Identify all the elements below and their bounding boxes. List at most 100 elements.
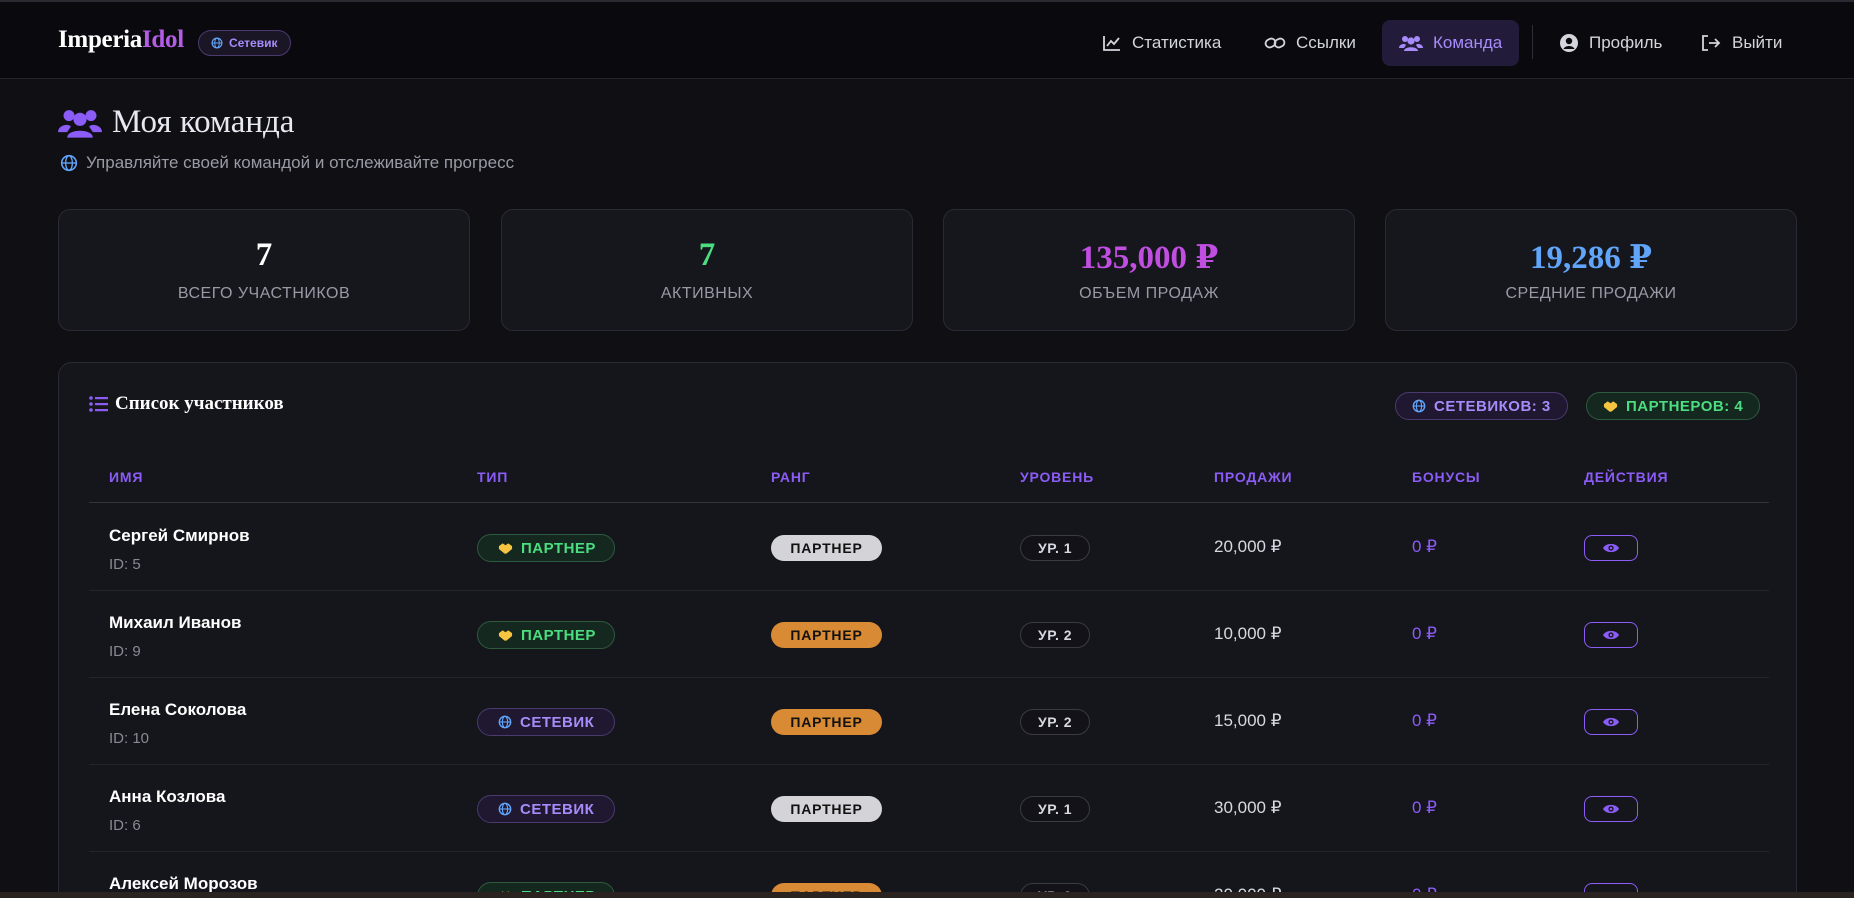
- member-rank-badge: ПАРТНЕР: [771, 622, 882, 648]
- members-panel: Список участников СЕТЕВИКОВ: 3 ПАРТНЕРОВ…: [58, 362, 1797, 898]
- sign-out-icon: [1702, 35, 1721, 51]
- globe-icon: [60, 154, 78, 172]
- member-bonus: 0 ₽: [1412, 537, 1437, 556]
- nav-logout-label: Выйти: [1732, 33, 1783, 52]
- table-row: Елена Соколова ID: 10 СЕТЕВИК ПАРТНЕР УР…: [89, 678, 1769, 765]
- stat-total-value: 7: [255, 237, 273, 273]
- member-name: Сергей Смирнов: [109, 526, 250, 545]
- stat-sales-volume: 135,000 ₽ ОБЪЕМ ПРОДАЖ: [943, 209, 1355, 331]
- member-bonus: 0 ₽: [1412, 624, 1437, 643]
- globe-icon: [211, 37, 223, 49]
- eye-icon: [1603, 543, 1619, 553]
- nav-statistics[interactable]: Статистика: [1085, 20, 1238, 66]
- member-sales: 10,000 ₽: [1214, 624, 1282, 643]
- nav-team-label: Команда: [1433, 33, 1503, 52]
- stat-sales-value: 135,000 ₽: [1079, 240, 1219, 276]
- page-title: Моя команда: [58, 104, 294, 141]
- nav-profile[interactable]: Профиль: [1542, 20, 1679, 66]
- nav-links[interactable]: Ссылки: [1247, 20, 1373, 66]
- member-type-label: ПАРТНЕР: [521, 626, 596, 644]
- role-badge: Сетевик: [198, 30, 291, 56]
- member-rank-badge: ПАРТНЕР: [771, 709, 882, 735]
- view-member-button[interactable]: [1584, 796, 1638, 822]
- users-icon: [58, 109, 102, 138]
- col-name[interactable]: ИМЯ: [109, 457, 143, 497]
- member-type-badge: ПАРТНЕР: [477, 621, 615, 649]
- member-name: Михаил Иванов: [109, 613, 242, 632]
- globe-icon: [498, 802, 512, 816]
- brand-text-accent: Idol: [142, 26, 184, 53]
- col-sales[interactable]: ПРОДАЖИ: [1214, 457, 1292, 497]
- table-row: Сергей Смирнов ID: 5 ПАРТНЕР ПАРТНЕР УР.…: [89, 504, 1769, 591]
- member-id: ID: 5: [109, 556, 141, 573]
- handshake-icon: [498, 630, 513, 641]
- member-id: ID: 9: [109, 643, 141, 660]
- partner-count-badge: ПАРТНЕРОВ: 4: [1586, 392, 1761, 420]
- stat-average-label: СРЕДНИЕ ПРОДАЖИ: [1505, 285, 1677, 302]
- stat-total-members: 7 ВСЕГО УЧАСТНИКОВ: [58, 209, 470, 331]
- member-rank-badge: ПАРТНЕР: [771, 796, 882, 822]
- nav-logout[interactable]: Выйти: [1683, 20, 1799, 66]
- col-type[interactable]: ТИП: [477, 457, 508, 497]
- view-member-button[interactable]: [1584, 622, 1638, 648]
- member-sales: 30,000 ₽: [1214, 798, 1282, 817]
- stat-active-members: 7 АКТИВНЫХ: [501, 209, 913, 331]
- member-rank-badge: ПАРТНЕР: [771, 535, 882, 561]
- nav-links-label: Ссылки: [1296, 33, 1356, 52]
- member-level-badge: УР. 2: [1020, 622, 1091, 648]
- member-id: ID: 10: [109, 730, 150, 747]
- user-circle-icon: [1560, 34, 1578, 52]
- page-subtitle: Управляйте своей командой и отслеживайте…: [60, 153, 514, 173]
- window-bottom-edge: [0, 892, 1854, 898]
- member-bonus: 0 ₽: [1412, 711, 1437, 730]
- view-member-button[interactable]: [1584, 709, 1638, 735]
- stat-sales-label: ОБЪЕМ ПРОДАЖ: [1079, 285, 1219, 302]
- member-sales: 20,000 ₽: [1214, 537, 1282, 556]
- stat-average-sales: 19,286 ₽ СРЕДНИЕ ПРОДАЖИ: [1385, 209, 1797, 331]
- table-row: Анна Козлова ID: 6 СЕТЕВИК ПАРТНЕР УР. 1…: [89, 765, 1769, 852]
- page-subtitle-text: Управляйте своей командой и отслеживайте…: [86, 153, 515, 172]
- top-navbar: ImperiaIdol Сетевик Статистика Ссылки Ко…: [0, 0, 1854, 79]
- network-count-label: СЕТЕВИКОВ: 3: [1434, 397, 1551, 415]
- eye-icon: [1603, 717, 1619, 727]
- member-type-label: СЕТЕВИК: [520, 713, 595, 731]
- nav-divider: [1532, 25, 1533, 59]
- list-icon: [89, 396, 108, 412]
- brand-logo[interactable]: ImperiaIdol: [58, 26, 184, 54]
- globe-icon: [498, 715, 512, 729]
- globe-icon: [1412, 399, 1426, 413]
- stat-total-label: ВСЕГО УЧАСТНИКОВ: [177, 285, 351, 302]
- col-bonus[interactable]: БОНУСЫ: [1412, 457, 1480, 497]
- member-type-badge: СЕТЕВИК: [477, 795, 615, 823]
- nav-team[interactable]: Команда: [1382, 20, 1520, 66]
- member-type-badge: СЕТЕВИК: [477, 708, 615, 736]
- stat-average-value: 19,286 ₽: [1530, 240, 1652, 276]
- members-panel-title-text: Список участников: [115, 393, 284, 414]
- role-badge-label: Сетевик: [229, 36, 278, 50]
- member-sales: 15,000 ₽: [1214, 711, 1282, 730]
- handshake-icon: [1603, 401, 1618, 412]
- col-actions: ДЕЙСТВИЯ: [1584, 469, 1669, 485]
- member-name: Анна Козлова: [109, 787, 226, 806]
- member-type-label: СЕТЕВИК: [520, 800, 595, 818]
- handshake-icon: [498, 543, 513, 554]
- network-count-badge: СЕТЕВИКОВ: 3: [1395, 392, 1568, 420]
- chart-line-icon: [1103, 36, 1120, 51]
- nav-profile-label: Профиль: [1589, 33, 1663, 52]
- member-level-badge: УР. 2: [1020, 709, 1091, 735]
- view-member-button[interactable]: [1584, 535, 1638, 561]
- col-level[interactable]: УРОВЕНЬ: [1020, 457, 1094, 497]
- table-header: ИМЯ ТИП РАНГ УРОВЕНЬ ПРОДАЖИ БОНУСЫ ДЕЙС…: [89, 457, 1769, 503]
- stat-active-label: АКТИВНЫХ: [660, 285, 754, 302]
- member-level-badge: УР. 1: [1020, 796, 1091, 822]
- brand-text-primary: Imperia: [58, 26, 142, 53]
- users-icon: [1399, 36, 1423, 51]
- member-name: Елена Соколова: [109, 700, 247, 719]
- stat-active-value: 7: [698, 237, 716, 273]
- member-id: ID: 6: [109, 817, 141, 834]
- eye-icon: [1603, 630, 1619, 640]
- col-rank[interactable]: РАНГ: [771, 457, 810, 497]
- partner-count-label: ПАРТНЕРОВ: 4: [1626, 397, 1744, 415]
- members-panel-title: Список участников: [89, 393, 284, 415]
- member-type-label: ПАРТНЕР: [521, 539, 596, 557]
